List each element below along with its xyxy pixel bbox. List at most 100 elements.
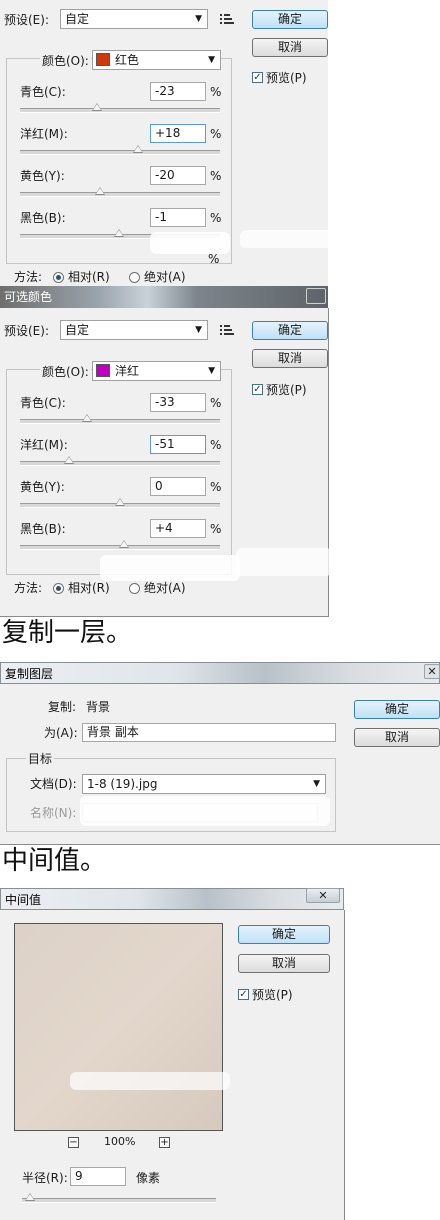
radius-slider-track[interactable] <box>22 1198 216 1203</box>
color-swatch <box>96 53 110 66</box>
image-glare <box>70 1072 230 1090</box>
percent-sign: % <box>210 169 222 183</box>
cyan-slider-track[interactable] <box>20 108 220 113</box>
black-label: 黑色(B): <box>20 211 66 225</box>
filter-preview-image[interactable] <box>14 923 223 1131</box>
title-bar-button <box>306 288 326 304</box>
yellow-input[interactable]: -20 <box>150 166 206 185</box>
color-select-value: 红色 <box>115 53 140 67</box>
yellow-slider-thumb[interactable] <box>95 187 105 195</box>
dialog-title-bar: 可选颜色 <box>0 286 328 308</box>
black-label: 黑色(B): <box>20 522 66 536</box>
document-select[interactable]: 1-8 (19).jpg ▼ <box>82 774 326 794</box>
layer-name-input[interactable]: 背景 副本 <box>82 723 336 742</box>
preset-select[interactable]: 自定 ▼ <box>60 320 208 340</box>
method-label: 方法: <box>14 270 43 284</box>
ok-button[interactable]: 确定 <box>252 321 328 340</box>
percent-sign: % <box>210 522 222 536</box>
percent-sign: % <box>210 85 222 99</box>
radius-input[interactable]: 9 <box>70 1167 126 1186</box>
radius-slider-thumb[interactable] <box>25 1193 35 1201</box>
image-glare <box>100 555 240 581</box>
cancel-button[interactable]: 取消 <box>252 349 328 368</box>
method-absolute-radio[interactable] <box>129 583 140 594</box>
magenta-slider-track[interactable] <box>20 461 220 466</box>
preset-select[interactable]: 自定 ▼ <box>60 9 208 29</box>
target-label: 目标 <box>26 751 55 767</box>
radius-unit: 像素 <box>136 1171 161 1185</box>
as-label: 为(A): <box>44 726 78 740</box>
close-icon[interactable]: ✕ <box>306 888 340 903</box>
cancel-button[interactable]: 取消 <box>252 38 328 57</box>
cancel-button[interactable]: 取消 <box>238 954 330 973</box>
preview-label: 预览(P) <box>266 383 307 397</box>
black-slider-thumb[interactable] <box>114 229 124 237</box>
color-select[interactable]: 洋红 ▼ <box>92 361 221 381</box>
magenta-label: 洋红(M): <box>20 127 68 141</box>
preset-options-icon[interactable] <box>220 13 234 25</box>
preset-label: 预设(E): <box>4 324 49 338</box>
preview-checkbox[interactable]: ✓ <box>252 384 263 395</box>
color-select[interactable]: 红色 ▼ <box>92 50 221 70</box>
chevron-down-icon: ▼ <box>208 366 215 376</box>
yellow-slider-thumb[interactable] <box>115 498 125 506</box>
image-glare <box>150 232 230 254</box>
preview-checkbox[interactable]: ✓ <box>238 989 249 1000</box>
preset-select-value: 自定 <box>65 12 90 26</box>
preview-checkbox[interactable]: ✓ <box>252 72 263 83</box>
chevron-down-icon: ▼ <box>195 325 202 335</box>
copy-label: 复制: <box>48 700 77 714</box>
method-relative-label: 相对(R) <box>68 270 110 284</box>
magenta-slider-thumb[interactable] <box>64 456 74 464</box>
preset-options-icon[interactable] <box>220 324 234 336</box>
zoom-level: 100% <box>104 1135 136 1148</box>
chevron-down-icon: ▼ <box>313 779 320 789</box>
black-slider-thumb[interactable] <box>119 540 129 548</box>
cyan-slider-thumb[interactable] <box>92 103 102 111</box>
yellow-input[interactable]: 0 <box>150 477 206 496</box>
ok-button[interactable]: 确定 <box>252 10 328 29</box>
magenta-input[interactable]: -51 <box>150 435 206 454</box>
color-swatch <box>96 364 110 377</box>
cyan-slider-track[interactable] <box>20 419 220 424</box>
yellow-slider-track[interactable] <box>20 192 220 197</box>
method-relative-radio[interactable] <box>53 583 64 594</box>
close-icon[interactable]: ✕ <box>424 664 440 679</box>
black-input[interactable]: -1 <box>150 208 206 227</box>
magenta-slider-thumb[interactable] <box>133 145 143 153</box>
dialog-title: 复制图层 <box>5 667 54 681</box>
method-absolute-radio[interactable] <box>129 272 140 283</box>
document-label: 文档(D): <box>30 777 77 791</box>
cancel-button[interactable]: 取消 <box>354 728 440 747</box>
color-select-value: 洋红 <box>115 364 140 378</box>
copy-value: 背景 <box>86 700 111 714</box>
image-glare <box>236 548 332 576</box>
cyan-label: 青色(C): <box>20 85 66 99</box>
magenta-slider-track[interactable] <box>20 150 220 155</box>
percent-sign: % <box>210 127 222 141</box>
method-relative-radio[interactable] <box>53 272 64 283</box>
chevron-down-icon: ▼ <box>195 14 202 24</box>
cyan-slider-thumb[interactable] <box>82 414 92 422</box>
dialog-title: 中间值 <box>5 893 42 907</box>
magenta-label: 洋红(M): <box>20 438 68 452</box>
zoom-out-icon[interactable]: − <box>68 1137 79 1148</box>
cyan-input[interactable]: -23 <box>150 82 206 101</box>
cyan-input[interactable]: -33 <box>150 393 206 412</box>
dialog-title-bar: 中间值 <box>0 888 344 910</box>
black-input[interactable]: +4 <box>150 519 206 538</box>
magenta-input[interactable]: +18 <box>150 124 206 143</box>
image-glare <box>240 230 390 248</box>
yellow-label: 黄色(Y): <box>20 480 65 494</box>
preset-label: 预设(E): <box>4 13 49 27</box>
dialog-title: 可选颜色 <box>4 290 53 304</box>
percent-sign: % <box>210 211 222 225</box>
ok-button[interactable]: 确定 <box>238 925 330 944</box>
chevron-down-icon: ▼ <box>208 55 215 65</box>
radius-label: 半径(R): <box>22 1171 68 1185</box>
ok-button[interactable]: 确定 <box>354 700 440 719</box>
percent-sign: % <box>210 396 222 410</box>
preset-select-value: 自定 <box>65 323 90 337</box>
zoom-in-icon[interactable]: + <box>159 1137 170 1148</box>
method-label: 方法: <box>14 581 43 595</box>
